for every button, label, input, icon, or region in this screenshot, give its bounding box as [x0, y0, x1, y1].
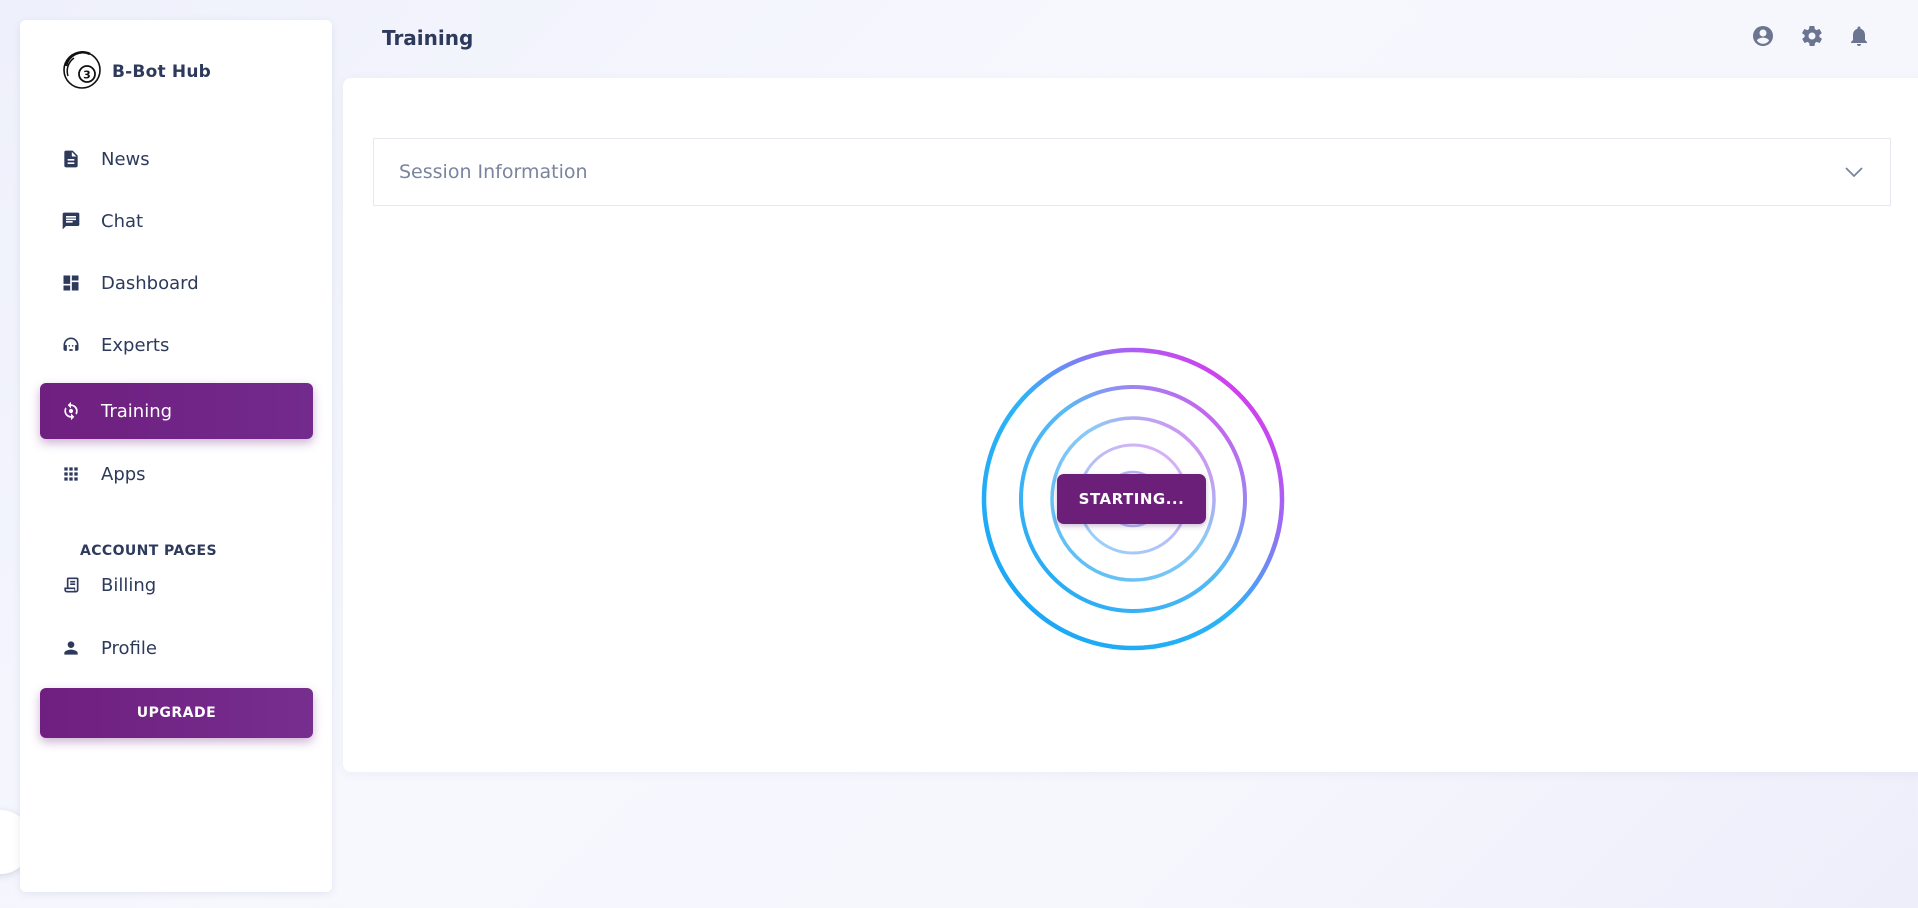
sidebar-item-chat[interactable]: Chat: [40, 193, 313, 249]
header-toolbar: [0, 22, 1918, 52]
sidebar-item-label: Training: [101, 400, 173, 422]
logo-icon: 3: [60, 48, 104, 96]
brand[interactable]: 3 B-Bot Hub: [60, 50, 211, 94]
sidebar-item-label: Chat: [101, 210, 144, 232]
profile-icon: [60, 637, 82, 659]
main-card: Session Information: [343, 78, 1918, 772]
brand-name: B-Bot Hub: [112, 62, 211, 82]
chat-icon: [60, 210, 82, 232]
billing-icon: [60, 574, 82, 596]
sidebar-item-label: Apps: [101, 463, 146, 485]
sidebar-item-billing[interactable]: Billing: [40, 557, 313, 613]
sidebar-item-experts[interactable]: Experts: [40, 317, 313, 373]
experts-icon: [60, 334, 82, 356]
sidebar: 3 B-Bot Hub News Chat Dashboard Experts …: [20, 20, 332, 892]
sidebar-item-label: News: [101, 148, 150, 170]
dashboard-icon: [60, 272, 82, 294]
account-icon[interactable]: [1749, 22, 1777, 50]
sidebar-item-label: Profile: [101, 637, 157, 659]
gear-icon[interactable]: [1798, 22, 1826, 50]
news-icon: [60, 148, 82, 170]
session-information-accordion[interactable]: Session Information: [373, 138, 1891, 206]
status-starting-badge: STARTING...: [1057, 474, 1206, 524]
sidebar-item-label: Experts: [101, 334, 170, 356]
sidebar-item-label: Dashboard: [101, 272, 199, 294]
apps-icon: [60, 463, 82, 485]
sidebar-item-dashboard[interactable]: Dashboard: [40, 255, 313, 311]
svg-text:3: 3: [83, 69, 91, 82]
bell-icon[interactable]: [1845, 22, 1873, 50]
chevron-down-icon[interactable]: [1843, 161, 1865, 183]
training-icon: [60, 400, 82, 422]
sidebar-item-label: Billing: [101, 574, 157, 596]
sidebar-item-apps[interactable]: Apps: [40, 446, 313, 502]
sidebar-item-profile[interactable]: Profile: [40, 620, 313, 676]
accordion-title: Session Information: [399, 161, 588, 183]
sidebar-item-training[interactable]: Training: [40, 383, 313, 439]
sidebar-item-news[interactable]: News: [40, 131, 313, 187]
upgrade-button[interactable]: UPGRADE: [40, 688, 313, 738]
